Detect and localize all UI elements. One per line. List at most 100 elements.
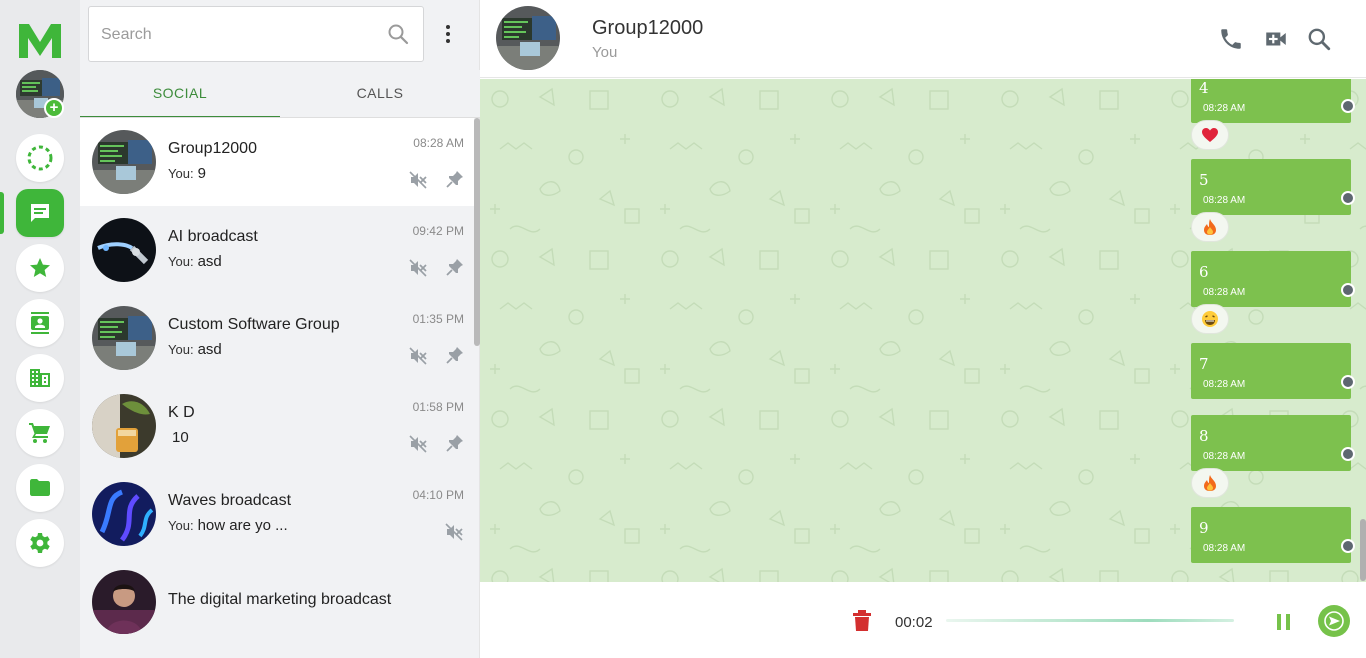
chat-list-panel: SOCIAL CALLS Group12000 You:9 08:28 AM — [80, 0, 480, 658]
message-bubble[interactable]: 5 08:28 AM — [1191, 159, 1355, 215]
chats-button[interactable] — [16, 189, 64, 237]
chat-name: K D — [168, 404, 195, 421]
building-icon — [30, 369, 50, 387]
send-icon — [1324, 611, 1344, 631]
shop-button[interactable] — [16, 409, 64, 457]
message-bubble[interactable]: 9 08:28 AM — [1191, 507, 1355, 563]
mute-icon[interactable] — [408, 258, 428, 278]
mute-icon[interactable] — [444, 522, 464, 542]
chat-item-digital-marketing-broadcast[interactable]: The digital marketing broadcast — [80, 558, 474, 646]
chat-preview: You: asd — [168, 341, 222, 358]
chat-name: Custom Software Group — [168, 316, 340, 333]
chat-tabs: SOCIAL CALLS — [80, 70, 480, 118]
chat-time: 01:35 PM — [412, 312, 464, 326]
message-options-dot[interactable] — [1341, 375, 1355, 389]
pin-icon[interactable] — [446, 170, 464, 188]
pin-icon[interactable] — [446, 434, 464, 452]
send-button[interactable] — [1318, 605, 1350, 637]
app-logo[interactable] — [17, 22, 63, 60]
video-call-icon[interactable] — [1263, 26, 1289, 52]
mute-icon[interactable] — [408, 346, 428, 366]
more-options-icon[interactable] — [436, 22, 460, 46]
recording-waveform — [946, 619, 1234, 622]
avatar — [92, 482, 156, 546]
chat-time: 08:28 AM — [413, 136, 464, 150]
reaction-heart[interactable] — [1191, 120, 1229, 150]
conversation-header: Group12000 You — [480, 0, 1366, 78]
message-bubble[interactable]: 6 08:28 AM — [1191, 251, 1355, 307]
conversation-title: Group12000 — [592, 17, 704, 39]
chat-name: Group12000 — [168, 140, 257, 157]
chat-item-custom-software-group[interactable]: Custom Software Group You: asd 01:35 PM — [80, 294, 474, 382]
status-icon — [27, 145, 53, 171]
phone-icon[interactable] — [1218, 26, 1244, 52]
search-icon[interactable] — [387, 23, 409, 45]
last-message: 10 — [172, 429, 189, 446]
nav-rail: + — [0, 0, 80, 658]
pause-icon[interactable] — [1274, 612, 1294, 632]
message-text: 7 — [1199, 355, 1209, 373]
reaction-fire[interactable] — [1191, 468, 1229, 498]
message-options-dot[interactable] — [1341, 99, 1355, 113]
sender-label: You: — [168, 518, 194, 533]
folder-icon — [30, 479, 50, 496]
message-time: 08:28 AM — [1203, 379, 1246, 390]
favorites-button[interactable] — [16, 244, 64, 292]
business-button[interactable] — [16, 354, 64, 402]
mute-icon[interactable] — [408, 434, 428, 454]
message-text: 5 — [1199, 171, 1209, 189]
status-button[interactable] — [16, 134, 64, 182]
message-options-dot[interactable] — [1341, 191, 1355, 205]
message-options-dot[interactable] — [1341, 283, 1355, 297]
chat-name: The digital marketing broadcast — [168, 591, 392, 608]
tab-social[interactable]: SOCIAL — [80, 70, 280, 118]
message-options-dot[interactable] — [1341, 447, 1355, 461]
delete-recording-icon[interactable] — [852, 610, 872, 632]
laugh-emoji-icon — [1202, 311, 1218, 327]
chat-item-ai-broadcast[interactable]: AI broadcast You: asd 09:42 PM — [80, 206, 474, 294]
search-conversation-icon[interactable] — [1306, 26, 1332, 52]
avatar — [92, 306, 156, 370]
settings-icon — [30, 533, 50, 553]
active-nav-indicator — [0, 192, 4, 234]
add-account-button[interactable]: + — [44, 98, 64, 118]
reaction-laugh[interactable] — [1191, 304, 1229, 334]
chat-icon — [31, 204, 49, 222]
chat-time: 04:10 PM — [412, 488, 464, 502]
pin-icon[interactable] — [446, 346, 464, 364]
message-time: 08:28 AM — [1203, 287, 1246, 298]
files-button[interactable] — [16, 464, 64, 512]
message-time: 08:28 AM — [1203, 543, 1246, 554]
message-text: 6 — [1199, 263, 1209, 281]
last-message: asd — [197, 341, 222, 358]
chat-item-waves-broadcast[interactable]: Waves broadcast You: how are yo ... 04:10… — [80, 470, 474, 558]
message-text: 8 — [1199, 427, 1209, 445]
fire-icon — [1204, 475, 1216, 491]
fire-icon — [1204, 219, 1216, 235]
pin-icon[interactable] — [446, 258, 464, 276]
message-bubble[interactable]: 4 08:28 AM — [1191, 79, 1355, 123]
conversation-avatar[interactable] — [496, 6, 560, 70]
message-bubble[interactable]: 7 08:28 AM — [1191, 343, 1355, 399]
chat-name: Waves broadcast — [168, 492, 292, 509]
message-time: 08:28 AM — [1203, 103, 1246, 114]
avatar — [92, 218, 156, 282]
chat-list: Group12000 You: 9 08:28 AM AI broadcast Y… — [80, 118, 480, 658]
conversation-panel: Group12000 You 4 08:28 AM 5 08:28 AM 6 0… — [480, 0, 1366, 658]
tab-calls[interactable]: CALLS — [280, 70, 480, 118]
search-input[interactable] — [101, 19, 371, 51]
mute-icon[interactable] — [408, 170, 428, 190]
chat-item-group12000[interactable]: Group12000 You: 9 08:28 AM — [80, 118, 474, 206]
messages-scrollbar[interactable] — [1360, 519, 1366, 581]
reaction-fire[interactable] — [1191, 212, 1229, 242]
avatar — [92, 394, 156, 458]
avatar — [92, 130, 156, 194]
cart-icon — [29, 423, 50, 443]
app-window: + Search SOCIAL CALLS Group12000 You: 9 … — [0, 0, 1366, 658]
message-bubble[interactable]: 8 08:28 AM — [1191, 415, 1355, 471]
chat-time: 09:42 PM — [412, 224, 464, 238]
settings-button[interactable] — [16, 519, 64, 567]
contacts-button[interactable] — [16, 299, 64, 347]
chat-item-k-d[interactable]: K D 10 01:58 PM — [80, 382, 474, 470]
message-options-dot[interactable] — [1341, 539, 1355, 553]
